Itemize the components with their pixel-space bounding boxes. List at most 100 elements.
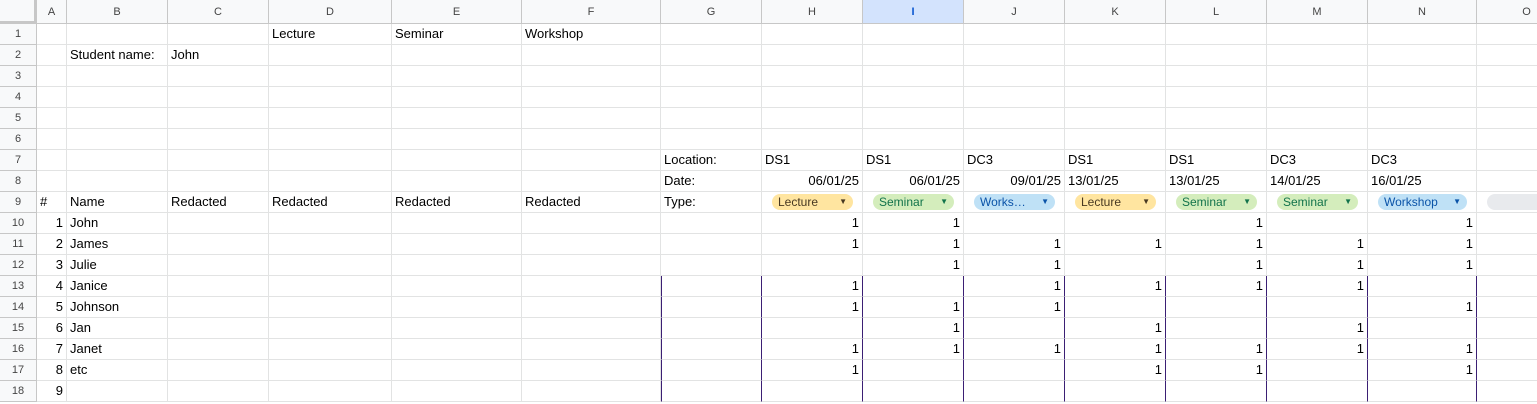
cell-n13[interactable] bbox=[1368, 276, 1477, 297]
row-header-14[interactable]: 14 bbox=[0, 297, 37, 318]
row-header-16[interactable]: 16 bbox=[0, 339, 37, 360]
cell-k3[interactable] bbox=[1065, 66, 1166, 87]
cell-m5[interactable] bbox=[1267, 108, 1368, 129]
cell-e7[interactable] bbox=[392, 150, 522, 171]
attendance-mark[interactable]: 1 bbox=[964, 297, 1065, 318]
cell-b3[interactable] bbox=[67, 66, 168, 87]
cell-e5[interactable] bbox=[392, 108, 522, 129]
attendance-mark[interactable]: 1 bbox=[762, 297, 863, 318]
cell-f13[interactable] bbox=[522, 276, 661, 297]
cell-o14[interactable] bbox=[1477, 297, 1537, 318]
cell-i7[interactable]: DS1 bbox=[863, 150, 964, 171]
cell-k7[interactable]: DS1 bbox=[1065, 150, 1166, 171]
cell-o7[interactable] bbox=[1477, 150, 1537, 171]
cell-a3[interactable] bbox=[37, 66, 67, 87]
cell-c1[interactable] bbox=[168, 24, 269, 45]
cell-j8[interactable]: 09/01/25 bbox=[964, 171, 1065, 192]
attendance-mark[interactable]: 1 bbox=[762, 213, 863, 234]
cell-f9[interactable]: Redacted bbox=[522, 192, 661, 213]
cell-d15[interactable] bbox=[269, 318, 392, 339]
column-header-l[interactable]: L bbox=[1166, 0, 1267, 24]
attendance-mark[interactable]: 1 bbox=[1065, 318, 1166, 339]
attendance-mark[interactable]: 1 bbox=[1166, 339, 1267, 360]
cell-c9[interactable]: Redacted bbox=[168, 192, 269, 213]
cell-b1[interactable] bbox=[67, 24, 168, 45]
row-header-15[interactable]: 15 bbox=[0, 318, 37, 339]
cell-b4[interactable] bbox=[67, 87, 168, 108]
column-header-m[interactable]: M bbox=[1267, 0, 1368, 24]
column-header-h[interactable]: H bbox=[762, 0, 863, 24]
cell-d5[interactable] bbox=[269, 108, 392, 129]
cell-d14[interactable] bbox=[269, 297, 392, 318]
spreadsheet-grid[interactable]: A B C D E F G H I J K L M N O 1 2 3 4 5 6 7 8 9 10 11 12 13 14 15 16 17… bbox=[0, 0, 1537, 404]
cell-d16[interactable] bbox=[269, 339, 392, 360]
cell-d4[interactable] bbox=[269, 87, 392, 108]
row-header-10[interactable]: 10 bbox=[0, 213, 37, 234]
cell-e2[interactable] bbox=[392, 45, 522, 66]
cell-k2[interactable] bbox=[1065, 45, 1166, 66]
column-header-i[interactable]: I bbox=[863, 0, 964, 24]
cell-o11[interactable] bbox=[1477, 234, 1537, 255]
attendance-mark[interactable]: 1 bbox=[1166, 255, 1267, 276]
row-header-12[interactable]: 12 bbox=[0, 255, 37, 276]
cell-g8[interactable]: Date: bbox=[661, 171, 762, 192]
attendance-mark[interactable]: 1 bbox=[863, 234, 964, 255]
cell-l5[interactable] bbox=[1166, 108, 1267, 129]
cell-o17[interactable] bbox=[1477, 360, 1537, 381]
cell-m18[interactable] bbox=[1267, 381, 1368, 402]
student-number[interactable]: 5 bbox=[37, 297, 67, 318]
cell-i3[interactable] bbox=[863, 66, 964, 87]
cell-e13[interactable] bbox=[392, 276, 522, 297]
cell-h15[interactable] bbox=[762, 318, 863, 339]
student-number[interactable]: 4 bbox=[37, 276, 67, 297]
student-number[interactable]: 9 bbox=[37, 381, 67, 402]
cell-d3[interactable] bbox=[269, 66, 392, 87]
cell-l6[interactable] bbox=[1166, 129, 1267, 150]
cell-c14[interactable] bbox=[168, 297, 269, 318]
cell-n18[interactable] bbox=[1368, 381, 1477, 402]
type-dropdown-chip[interactable] bbox=[1487, 194, 1537, 210]
cell-n3[interactable] bbox=[1368, 66, 1477, 87]
cell-k12[interactable] bbox=[1065, 255, 1166, 276]
cell-m7[interactable]: DC3 bbox=[1267, 150, 1368, 171]
cell-e16[interactable] bbox=[392, 339, 522, 360]
type-dropdown-chip[interactable]: Lecture ▼ bbox=[1075, 194, 1156, 210]
student-name[interactable]: James bbox=[67, 234, 168, 255]
attendance-mark[interactable]: 1 bbox=[964, 255, 1065, 276]
student-number[interactable]: 1 bbox=[37, 213, 67, 234]
cell-d10[interactable] bbox=[269, 213, 392, 234]
column-header-a[interactable]: A bbox=[37, 0, 67, 24]
cell-k10[interactable] bbox=[1065, 213, 1166, 234]
attendance-mark[interactable]: 1 bbox=[762, 360, 863, 381]
type-dropdown-chip[interactable]: Seminar ▼ bbox=[1277, 194, 1358, 210]
attendance-mark[interactable]: 1 bbox=[1267, 234, 1368, 255]
cell-j18[interactable] bbox=[964, 381, 1065, 402]
row-header-3[interactable]: 3 bbox=[0, 66, 37, 87]
cell-g10[interactable] bbox=[661, 213, 762, 234]
attendance-mark[interactable]: 1 bbox=[863, 297, 964, 318]
attendance-mark[interactable]: 1 bbox=[1267, 318, 1368, 339]
cell-g15[interactable] bbox=[661, 318, 762, 339]
column-header-g[interactable]: G bbox=[661, 0, 762, 24]
cell-f17[interactable] bbox=[522, 360, 661, 381]
column-header-d[interactable]: D bbox=[269, 0, 392, 24]
attendance-mark[interactable]: 1 bbox=[1368, 339, 1477, 360]
type-dropdown-chip[interactable]: Lecture ▼ bbox=[772, 194, 853, 210]
cell-e1[interactable]: Seminar bbox=[392, 24, 522, 45]
cell-g1[interactable] bbox=[661, 24, 762, 45]
type-dropdown-chip[interactable]: Works… ▼ bbox=[974, 194, 1055, 210]
attendance-mark[interactable]: 1 bbox=[1267, 276, 1368, 297]
cell-l1[interactable] bbox=[1166, 24, 1267, 45]
attendance-mark[interactable]: 1 bbox=[1368, 297, 1477, 318]
cell-i5[interactable] bbox=[863, 108, 964, 129]
attendance-mark[interactable]: 1 bbox=[1166, 213, 1267, 234]
cell-o10[interactable] bbox=[1477, 213, 1537, 234]
cell-b2[interactable]: Student name: bbox=[67, 45, 168, 66]
cell-l14[interactable] bbox=[1166, 297, 1267, 318]
attendance-mark[interactable]: 1 bbox=[863, 213, 964, 234]
cell-k18[interactable] bbox=[1065, 381, 1166, 402]
attendance-mark[interactable]: 1 bbox=[1368, 360, 1477, 381]
cell-f8[interactable] bbox=[522, 171, 661, 192]
attendance-mark[interactable]: 1 bbox=[1368, 255, 1477, 276]
cell-d13[interactable] bbox=[269, 276, 392, 297]
